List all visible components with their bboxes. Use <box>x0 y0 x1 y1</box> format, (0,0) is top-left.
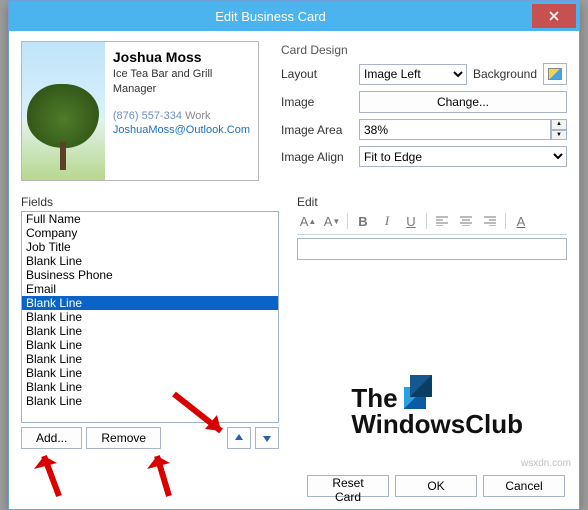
preview-job: Manager <box>113 82 250 97</box>
field-item[interactable]: Blank Line <box>22 338 278 352</box>
increase-font-button[interactable]: A▲ <box>297 211 319 231</box>
background-color-button[interactable] <box>543 63 567 85</box>
edit-business-card-dialog: Edit Business Card Joshua Moss Ice Tea B… <box>8 0 580 510</box>
thewindowsclub-logo: The WindowsClub <box>351 383 523 437</box>
background-label: Background <box>473 67 537 81</box>
logo-line1: The <box>351 385 397 411</box>
italic-button[interactable]: I <box>376 211 398 231</box>
arrow-up-icon <box>233 432 245 444</box>
card-design-panel: Card Design Layout Image Left Background… <box>277 41 567 181</box>
edit-value-input[interactable] <box>297 238 567 260</box>
logo-line2: WindowsClub <box>351 411 523 437</box>
field-item[interactable]: Blank Line <box>22 366 278 380</box>
align-right-button[interactable] <box>479 211 501 231</box>
dialog-title: Edit Business Card <box>9 9 532 24</box>
edit-toolbar: A▲ A▼ B I U A <box>297 211 567 235</box>
preview-phone: (876) 557-334 Work <box>113 109 250 124</box>
field-item[interactable]: Blank Line <box>22 352 278 366</box>
preview-name: Joshua Moss <box>113 48 250 67</box>
image-align-label: Image Align <box>281 150 353 164</box>
field-item[interactable]: Full Name <box>22 212 278 226</box>
ok-button[interactable]: OK <box>395 475 477 497</box>
image-area-label: Image Area <box>281 123 353 137</box>
preview-email: JoshuaMoss@Outlook.Com <box>113 123 250 138</box>
image-area-input[interactable] <box>359 119 551 140</box>
align-left-button[interactable] <box>431 211 453 231</box>
reset-card-button[interactable]: Reset Card <box>307 475 389 497</box>
add-field-button[interactable]: Add... <box>21 427 82 449</box>
field-item[interactable]: Blank Line <box>22 324 278 338</box>
fields-heading: Fields <box>21 195 279 209</box>
image-label: Image <box>281 95 353 109</box>
fields-list[interactable]: Full NameCompanyJob TitleBlank LineBusin… <box>21 211 279 423</box>
card-preview: Joshua Moss Ice Tea Bar and Grill Manage… <box>21 41 259 181</box>
bold-button[interactable]: B <box>352 211 374 231</box>
field-item[interactable]: Blank Line <box>22 254 278 268</box>
font-color-button[interactable]: A <box>510 211 532 231</box>
arrow-down-icon <box>261 432 273 444</box>
field-item[interactable]: Blank Line <box>22 380 278 394</box>
cancel-button[interactable]: Cancel <box>483 475 565 497</box>
card-image <box>22 42 105 180</box>
move-up-button[interactable] <box>227 427 251 449</box>
field-item[interactable]: Email <box>22 282 278 296</box>
field-item[interactable]: Business Phone <box>22 268 278 282</box>
field-item[interactable]: Blank Line <box>22 296 278 310</box>
preview-company: Ice Tea Bar and Grill <box>113 67 250 82</box>
move-down-button[interactable] <box>255 427 279 449</box>
card-design-heading: Card Design <box>281 43 567 57</box>
field-item[interactable]: Company <box>22 226 278 240</box>
edit-heading: Edit <box>297 195 567 209</box>
field-item[interactable]: Job Title <box>22 240 278 254</box>
field-item[interactable]: Blank Line <box>22 394 278 408</box>
close-button[interactable] <box>532 4 576 28</box>
close-icon <box>549 11 559 21</box>
layout-label: Layout <box>281 67 353 81</box>
decrease-font-button[interactable]: A▼ <box>321 211 343 231</box>
area-spin-down[interactable]: ▼ <box>551 130 567 141</box>
watermark: wsxdn.com <box>521 458 571 469</box>
fields-section: Fields Full NameCompanyJob TitleBlank Li… <box>21 195 279 449</box>
layout-select[interactable]: Image Left <box>359 64 467 85</box>
align-center-button[interactable] <box>455 211 477 231</box>
paint-icon <box>548 68 562 80</box>
field-item[interactable]: Blank Line <box>22 310 278 324</box>
underline-button[interactable]: U <box>400 211 422 231</box>
image-align-select[interactable]: Fit to Edge <box>359 146 567 167</box>
preview-phone-label: Work <box>185 110 210 122</box>
titlebar[interactable]: Edit Business Card <box>9 1 579 31</box>
remove-field-button[interactable]: Remove <box>86 427 161 449</box>
change-image-button[interactable]: Change... <box>359 91 567 113</box>
area-spin-up[interactable]: ▲ <box>551 119 567 130</box>
preview-phone-value: (876) 557-334 <box>113 110 182 122</box>
